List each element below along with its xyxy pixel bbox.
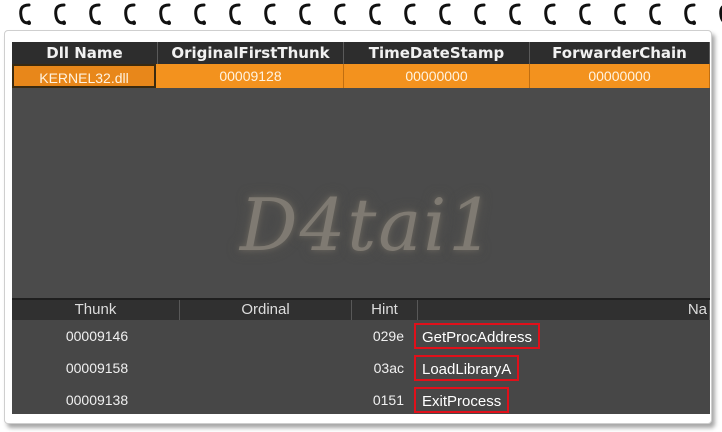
dll-row-selected[interactable]: KERNEL32.dll 00009128 00000000 00000000 <box>12 64 710 88</box>
hint-cell: 03ac <box>373 360 404 376</box>
col-dll-name[interactable]: Dll Name <box>12 42 158 64</box>
ring-icon <box>193 2 207 28</box>
pe-viewer-panel: Dll Name OriginalFirstThunk TimeDateStam… <box>12 42 710 414</box>
col-forwarder-chain[interactable]: ForwarderChain <box>530 42 710 64</box>
table-row[interactable]: 00009138 0151 ExitProcess <box>12 384 710 414</box>
ring-icon <box>228 2 242 28</box>
hint-cell: 029e <box>372 328 404 344</box>
thunk-cell: 00009158 <box>65 360 129 376</box>
ring-icon <box>53 2 67 28</box>
ring-icon <box>543 2 557 28</box>
ring-icon <box>473 2 487 28</box>
watermark: D4tai1 <box>188 140 548 310</box>
time-date-stamp-cell[interactable]: 00000000 <box>344 64 530 88</box>
ring-icon <box>88 2 102 28</box>
ring-icon <box>18 2 32 28</box>
watermark-text: D4tai1 <box>239 183 497 267</box>
ring-icon <box>368 2 382 28</box>
thunk-cell: 00009146 <box>65 328 129 344</box>
ring-icon <box>578 2 592 28</box>
col-hint[interactable]: Hint <box>352 300 418 320</box>
ring-icon <box>508 2 522 28</box>
table-row[interactable]: 00009158 03ac LoadLibraryA <box>12 352 710 384</box>
table-row[interactable]: 00009146 029e GetProcAddress <box>12 320 710 352</box>
ring-icon <box>648 2 662 28</box>
dll-table-header: Dll Name OriginalFirstThunk TimeDateStam… <box>12 42 710 64</box>
dll-name-cell[interactable]: KERNEL32.dll <box>12 64 156 88</box>
import-table-header: Thunk Ordinal Hint Na <box>12 298 710 320</box>
ring-icon <box>263 2 277 28</box>
ring-icon <box>403 2 417 28</box>
ring-icon <box>123 2 137 28</box>
ring-icon <box>613 2 627 28</box>
ring-icon <box>158 2 172 28</box>
col-name[interactable]: Na <box>418 300 710 320</box>
original-first-thunk-cell[interactable]: 00009128 <box>158 64 344 88</box>
thunk-cell: 00009138 <box>65 392 129 408</box>
function-name-highlighted: LoadLibraryA <box>414 355 520 381</box>
hint-cell: 0151 <box>372 392 404 408</box>
function-name-highlighted: ExitProcess <box>414 387 510 413</box>
import-table-body: 00009146 029e GetProcAddress 00009158 03… <box>12 320 710 414</box>
ring-icon <box>438 2 452 28</box>
col-time-date-stamp[interactable]: TimeDateStamp <box>344 42 530 64</box>
col-original-first-thunk[interactable]: OriginalFirstThunk <box>158 42 344 64</box>
forwarder-chain-cell[interactable]: 00000000 <box>530 64 710 88</box>
col-ordinal[interactable]: Ordinal <box>180 300 352 320</box>
ring-icon <box>683 2 697 28</box>
function-name-highlighted: GetProcAddress <box>414 323 541 349</box>
ring-icon <box>333 2 347 28</box>
ring-icon <box>298 2 312 28</box>
col-thunk[interactable]: Thunk <box>12 300 180 320</box>
ring-icon <box>718 2 722 28</box>
